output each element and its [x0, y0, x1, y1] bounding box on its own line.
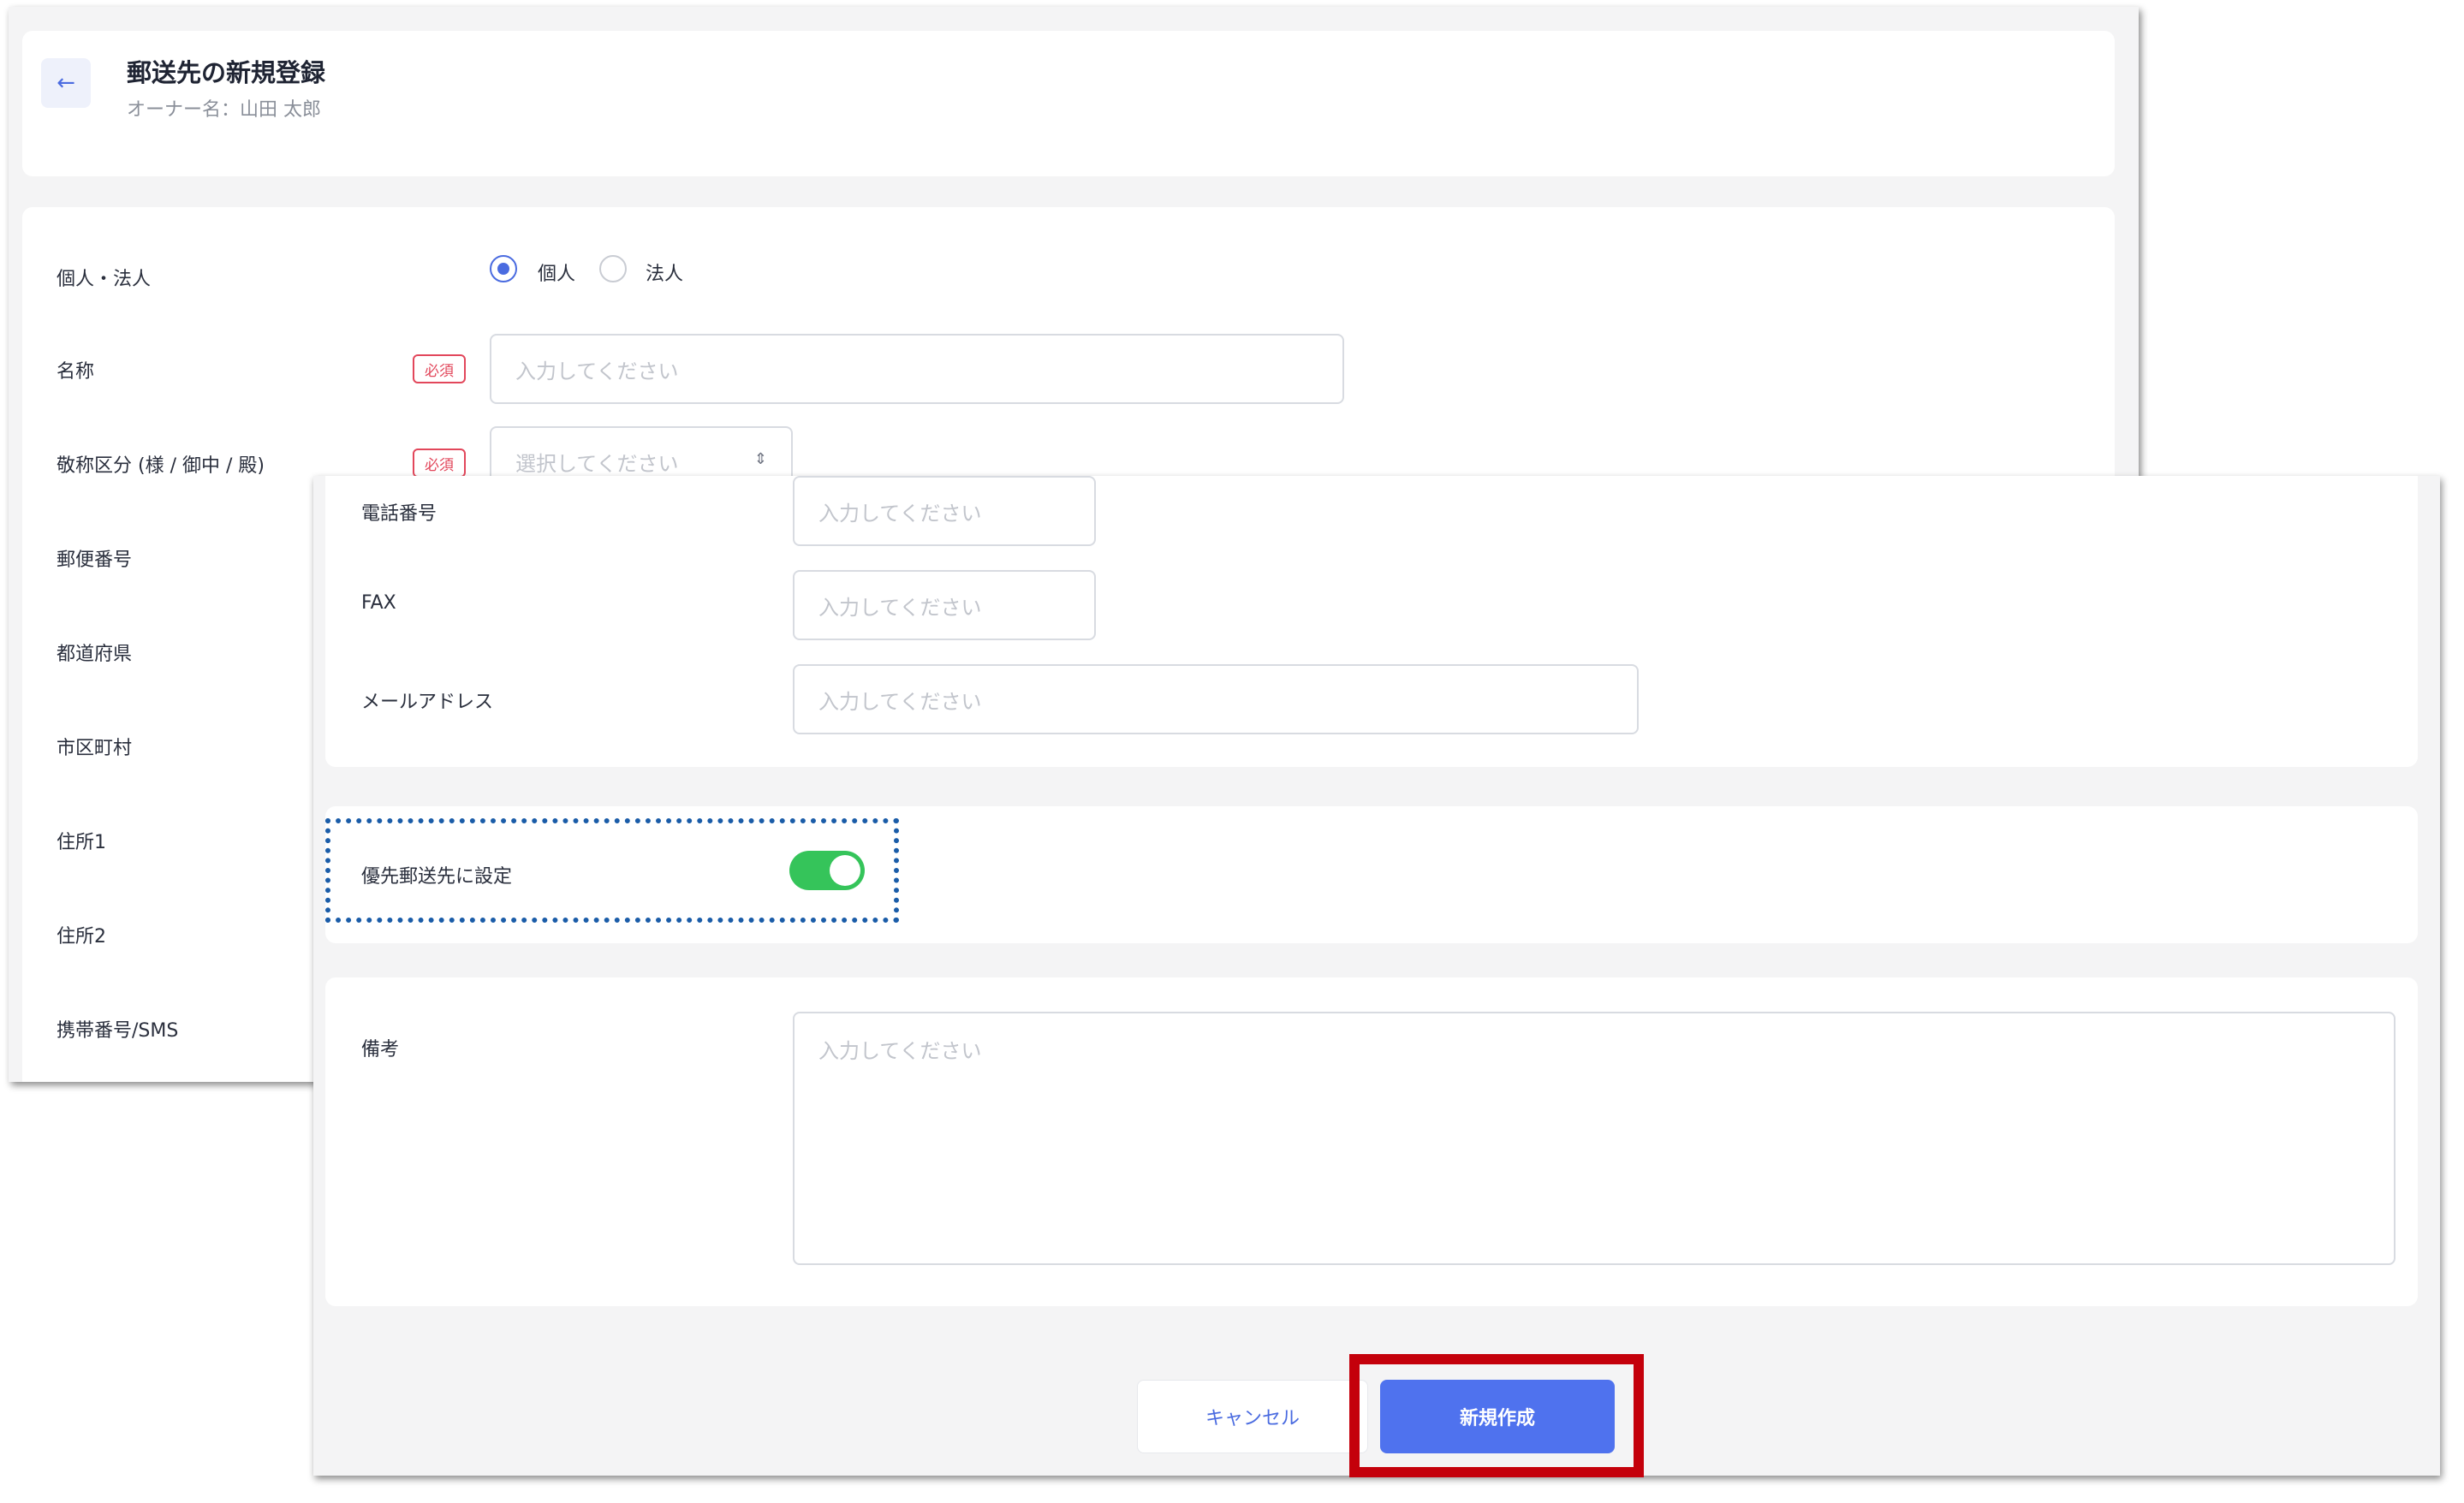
- radio-individual-label: 個人: [538, 264, 576, 285]
- radio-corporation[interactable]: [599, 255, 627, 282]
- toggle-knob: [830, 855, 860, 886]
- email-input[interactable]: 入力してください: [793, 664, 1639, 734]
- postal-code-label: 郵便番号: [57, 550, 133, 571]
- priority-label: 優先郵送先に設定: [361, 866, 513, 888]
- entity-type-label: 個人・法人: [57, 269, 152, 290]
- cancel-button[interactable]: キャンセル: [1137, 1380, 1368, 1453]
- address2-label: 住所2: [57, 926, 106, 948]
- name-label: 名称: [57, 361, 95, 383]
- required-badge: 必須: [413, 449, 466, 478]
- page-header: [22, 31, 2115, 176]
- required-badge: 必須: [413, 354, 466, 383]
- city-label: 市区町村: [57, 738, 133, 759]
- honorific-label: 敬称区分 (様 / 御中 / 殿): [57, 455, 265, 477]
- mobile-label: 携帯番号/SMS: [57, 1020, 179, 1042]
- address1-label: 住所1: [57, 832, 106, 853]
- radio-individual[interactable]: [490, 255, 517, 282]
- priority-toggle[interactable]: [789, 851, 865, 890]
- fax-label: FAX: [361, 592, 396, 614]
- notes-label: 備考: [361, 1039, 400, 1060]
- notes-textarea[interactable]: 入力してください: [793, 1012, 2396, 1265]
- arrow-left-icon: ←: [57, 70, 75, 96]
- front-window: 電話番号 入力してください FAX 入力してください メールアドレス 入力してく…: [313, 476, 2440, 1476]
- fax-input[interactable]: 入力してください: [793, 570, 1096, 640]
- prefecture-label: 都道府県: [57, 644, 133, 665]
- owner-name: オーナー名：山田 太郎: [127, 99, 321, 121]
- email-label: メールアドレス: [361, 692, 494, 713]
- chevron-updown-icon: ⇕: [753, 450, 767, 468]
- name-input[interactable]: 入力してください: [490, 334, 1344, 404]
- radio-corporation-label: 法人: [646, 264, 684, 285]
- phone-input[interactable]: 入力してください: [793, 476, 1096, 546]
- annotation-highlight-box: [1349, 1354, 1644, 1477]
- page-title: 郵送先の新規登録: [127, 58, 326, 87]
- phone-label: 電話番号: [361, 503, 437, 525]
- honorific-select-value: 選択してください: [515, 451, 679, 476]
- back-button[interactable]: ←: [41, 58, 91, 108]
